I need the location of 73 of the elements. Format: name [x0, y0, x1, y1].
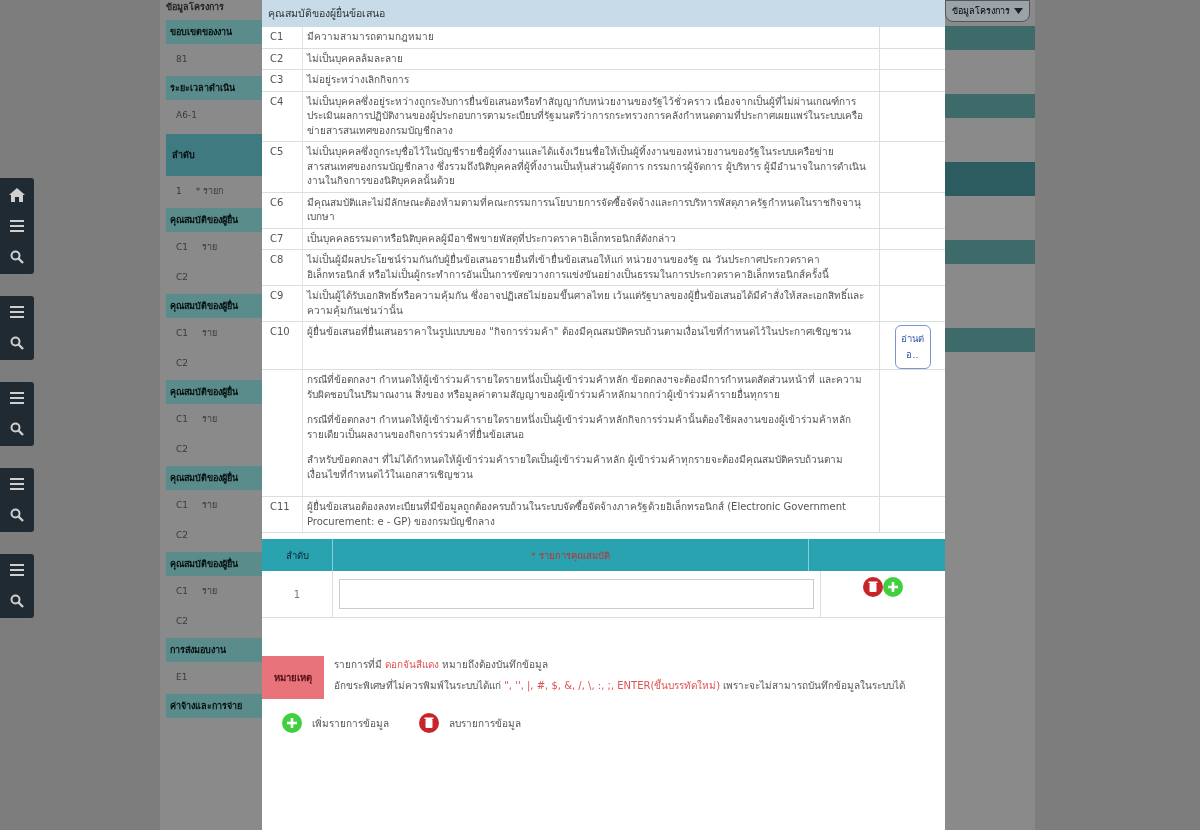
- qualification-code: C7: [262, 228, 303, 249]
- delete-icon: [419, 713, 439, 733]
- qualification-code: C3: [262, 70, 303, 91]
- search-icon[interactable]: [10, 422, 24, 436]
- qualification-text: ไม่เป็นบุคคลซึ่งถูกระบุชื่อไว้ในบัญชีรายชื่อผู้ทิ้งงานและได้แจ้งเวียนชื่อให้เป็นผู้ทิ้งงานของหน่วยงานของรัฐในระบบเครือข่ายสารสนเทศของกรมบัญชีกลาง ซึ่งรวมถึงนิติบุคคลที่ผู้ทิ้งงานเป็นหุ้นส่วนผู้จัดการ กรรมการผู้จัดการ ผู้บริหาร ผู้มีอำนาจในการดำเนินงานในกิจการของนิติบุคคลนั้นด้วย: [303, 142, 880, 192]
- dropdown-button[interactable]: ข้อมูลโครงการ: [945, 0, 1030, 22]
- search-icon[interactable]: [10, 336, 24, 350]
- qualification-text: ไม่เป็นผู้ได้รับเอกสิทธิ์หรือความคุ้มกัน ซึ่งอาจปฏิเสธไม่ยอมขึ้นศาลไทย เว้นแต่รัฐบาลของผู้ยื่นข้อเสนอได้มีคำสั่งให้สละเอกสิทธิ์และความคุ้มกันเช่นว่านั้น: [303, 286, 880, 321]
- delete-icon[interactable]: [863, 577, 883, 597]
- search-icon[interactable]: [10, 594, 24, 608]
- qualification-code: C10: [262, 322, 303, 369]
- table-cell-text: ราย: [202, 499, 217, 512]
- caret-icon: [1014, 8, 1023, 14]
- detail-paragraph: กรณีที่ข้อตกลงฯ กำหนดให้ผู้เข้าร่วมค้ารายใดรายหนึ่งเป็นผู้เข้าร่วมค้าหลัก ข้อตกลงฯจะต้องมีการกำหนดสัดส่วนหน้าที่ และความรับผิดชอบในปริมาณงาน สิ่งของ หรือมูลค่าตามสัญญาของผู้เข้าร่วมค้าหลักมากกว่าผู้เข้าร่วมค้ารายอื่นทุกราย: [307, 373, 863, 402]
- page-title: ข้อมูลโครงการ: [166, 1, 225, 15]
- table-cell: C1: [176, 242, 188, 252]
- detail-paragraph: กรณีที่ข้อตกลงฯ กำหนดให้ผู้เข้าร่วมค้ารายใดรายหนึ่งเป็นผู้เข้าร่วมค้าหลักกิจการร่วมค้านั้นต้องใช้ผลงานของผู้เข้าร่วมค้าหลักรายเดียวเป็นผลงานของกิจการร่วมค้าที่ยื่นข้อเสนอ: [307, 413, 853, 442]
- note-text: รายการที่มี ดอกจันสีแดง หมายถึงต้องบันทึกข้อมูล: [334, 656, 550, 673]
- legend-label: ลบรายการข้อมูล: [449, 716, 521, 731]
- legend-label: เพิ่มรายการข้อมูล: [312, 715, 389, 731]
- add-icon: [282, 713, 302, 733]
- table-cell: C1: [176, 500, 188, 510]
- qualification-code: C11: [262, 497, 303, 532]
- qualification-text: มีคุณสมบัติและไม่มีลักษณะต้องห้ามตามที่คณะกรรมการนโยบายการจัดซื้อจัดจ้างและการบริหารพัสดุภาครัฐกำหนดในราชกิจจานุเบกษา: [303, 192, 880, 228]
- note-badge: หมายเหตุ: [262, 656, 324, 699]
- table-cell: C1: [176, 586, 188, 596]
- qualification-code: C5: [262, 142, 303, 192]
- search-icon[interactable]: [10, 250, 24, 264]
- menu-icon[interactable]: [10, 220, 24, 232]
- home-icon[interactable]: [9, 188, 25, 202]
- menu-icon[interactable]: [10, 478, 24, 490]
- table-cell: 1: [176, 186, 182, 196]
- input-field[interactable]: [339, 579, 814, 609]
- qualification-code: C1: [262, 27, 303, 48]
- table-cell: C2: [176, 272, 188, 282]
- table-cell-text: ราย: [202, 585, 217, 598]
- menu-icon[interactable]: [10, 564, 24, 576]
- column-header: * รายการคุณสมบัติ: [332, 539, 809, 571]
- column-header: ลำดับ: [284, 548, 310, 563]
- read-more-button[interactable]: อ่านต่อ..: [894, 325, 931, 369]
- qualification-text: ไม่อยู่ระหว่างเลิกกิจการ: [303, 70, 880, 91]
- menu-icon[interactable]: [10, 392, 24, 404]
- row-number: 1: [292, 588, 302, 600]
- dialog-title: คุณสมบัติของผู้ยื่นข้อเสนอ: [262, 0, 945, 27]
- table-cell: C2: [176, 616, 188, 626]
- table-cell: E1: [176, 672, 188, 682]
- qualification-text: เป็นบุคคลธรรมดาหรือนิติบุคคลผู้มีอาชีพขายพัสดุที่ประกวดราคาอิเล็กทรอนิกส์ดังกล่าว: [303, 228, 880, 249]
- qualification-code: C9: [262, 286, 303, 321]
- table-cell-text: ราย: [202, 327, 217, 340]
- menu-icon[interactable]: [10, 306, 24, 318]
- table-cell: C1: [176, 328, 188, 338]
- search-icon[interactable]: [10, 508, 24, 522]
- qualification-text: มีความสามารถตามกฎหมาย: [303, 27, 880, 48]
- table-cell: C2: [176, 444, 188, 454]
- qualification-text: ผู้ยื่นข้อเสนอที่ยื่นเสนอราคาในรูปแบบของ "กิจการร่วมค้า" ต้องมีคุณสมบัติครบถ้วนตามเงื่อนไขที่กำหนดไว้ในประกาศเชิญชวน: [303, 322, 880, 369]
- detail-paragraph: สำหรับข้อตกลงฯ ที่ไม่ได้กำหนดให้ผู้เข้าร่วมค้ารายใดเป็นผู้เข้าร่วมค้าหลัก ผู้เข้าร่วมค้าทุกรายจะต้องมีคุณสมบัติครบถ้วนตามเงื่อนไขที่กำหนดไว้ในเอกสารเชิญชวน: [307, 453, 845, 482]
- qualification-text: ไม่เป็นบุคคลซึ่งอยู่ระหว่างถูกระงับการยื่นข้อเสนอหรือทำสัญญากับหน่วยงานของรัฐไว้ชั่วคราว เนื่องจากเป็นผู้ที่ไม่ผ่านเกณฑ์การประเมินผลการปฏิบัติงานของผู้ประกอบการตามระเบียบที่รัฐมนตรีว่าการกระทรวงการคลังกำหนดตามที่ประกาศเผยแพร่ในระบบเครือข่ายสารสนเทศของกรมบัญชีกลาง: [303, 91, 880, 141]
- table-cell: C2: [176, 358, 188, 368]
- table-cell: A6-1: [176, 110, 197, 120]
- table-cell-text: ราย: [202, 413, 217, 426]
- qualification-text: ไม่เป็นผู้มีผลประโยชน์ร่วมกันกับผู้ยื่นข้อเสนอรายอื่นที่เข้ายื่นข้อเสนอให้แก่ หน่วยงานของรัฐ ณ วันประกาศประกวดราคาอิเล็กทรอนิกส์ หรือไม่เป็นผู้กระทำการอันเป็นการขัดขวางการแข่งขันอย่างเป็นธรรมในการประกวดราคาอิเล็กทรอนิกส์ครั้งนี้: [303, 250, 880, 285]
- qualification-code: C2: [262, 48, 303, 69]
- table-cell: C2: [176, 530, 188, 540]
- table-cell: 81: [176, 54, 188, 64]
- table-cell-text: ราย: [202, 241, 217, 254]
- qualification-code: C8: [262, 250, 303, 285]
- qualification-text: ไม่เป็นบุคคลล้มละลาย: [303, 48, 880, 69]
- qualification-code: C6: [262, 192, 303, 228]
- qualification-code: C4: [262, 91, 303, 141]
- table-cell: C1: [176, 414, 188, 424]
- note-text: อักขระพิเศษที่ไม่ควรพิมพ์ในระบบได้แก่ ", '', |, #, $, &, /, \, :, ;, ENTER(ขึ้นบรรทัดใหม่) เพราะจะไม่สามารถบันทึกข้อมูลในระบบได้: [334, 677, 907, 694]
- qualification-text: ผู้ยื่นข้อเสนอต้องลงทะเบียนที่มีข้อมูลถูกต้องครบถ้วนในระบบจัดซื้อจัดจ้างภาครัฐด้วยอิเล็กทรอนิกส์ (Electronic Government Procurement: e - GP) ของกรมบัญชีกลาง: [303, 497, 880, 532]
- table-cell-text: * รายก: [195, 185, 224, 198]
